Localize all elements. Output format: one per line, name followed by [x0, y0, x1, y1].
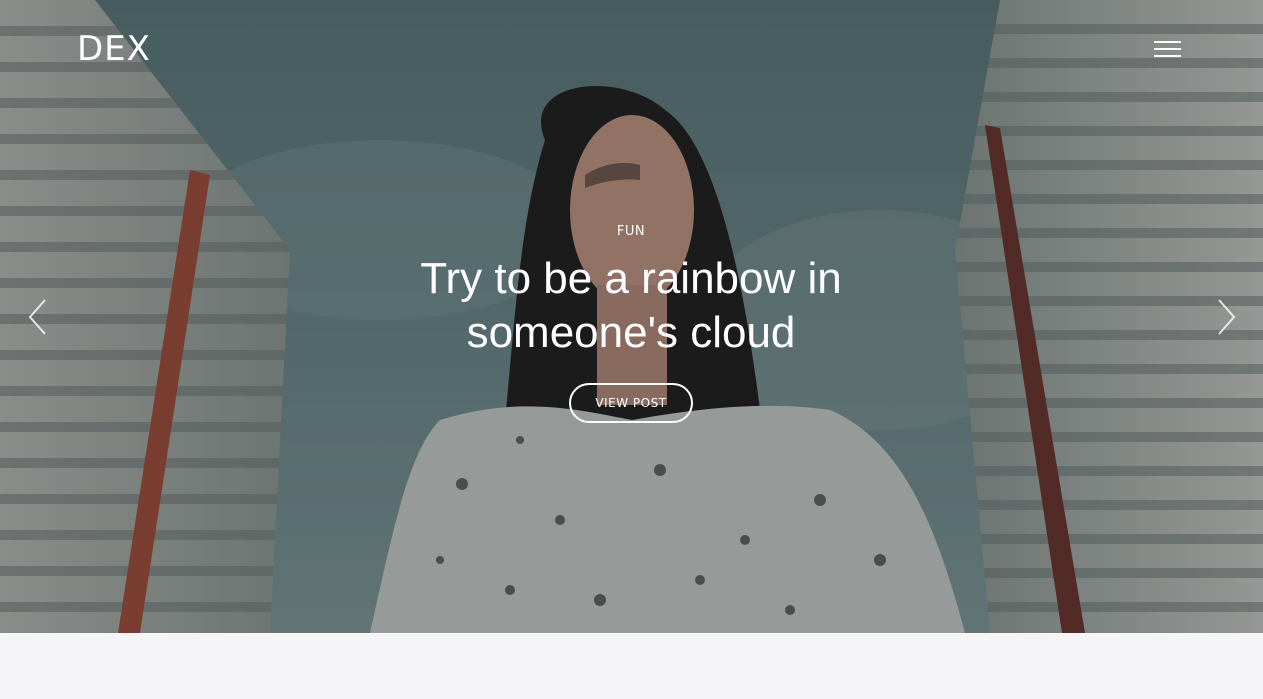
slide-title-line-2: someone's cloud: [466, 308, 796, 357]
content-area: [0, 633, 1263, 699]
view-post-button[interactable]: VIEW POST: [569, 383, 693, 423]
slide-caption: FUN Try to be a rainbow in someone's clo…: [331, 222, 931, 423]
chevron-right-icon[interactable]: [1210, 296, 1240, 338]
menu-bar: [1154, 41, 1181, 43]
slide-title-line-1: Try to be a rainbow in: [420, 254, 842, 303]
slide-title[interactable]: Try to be a rainbow in someone's cloud: [331, 252, 931, 360]
menu-bar: [1154, 48, 1181, 50]
site-logo[interactable]: DEX: [77, 29, 151, 69]
hamburger-menu-icon[interactable]: [1150, 37, 1184, 61]
post-category-link[interactable]: FUN: [617, 223, 645, 241]
hero-slider: DEX FUN Try to be a rainbow in someone's…: [0, 0, 1263, 633]
chevron-left-icon[interactable]: [24, 296, 54, 338]
menu-bar: [1154, 55, 1181, 57]
